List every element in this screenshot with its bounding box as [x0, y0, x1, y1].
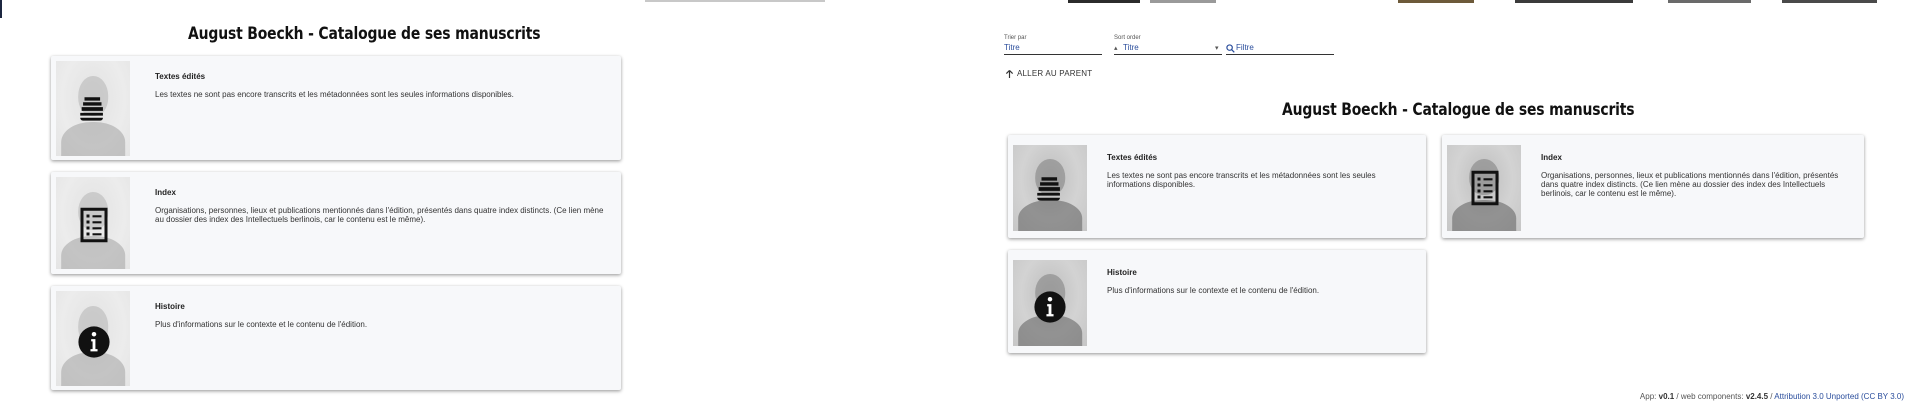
card-heading: Histoire	[1107, 268, 1137, 277]
sort-by-label: Trier par	[1004, 35, 1027, 41]
portrait-image	[56, 177, 130, 269]
card-description: Les textes ne sont pas encore transcrits…	[1107, 171, 1376, 189]
components-version: v2.4.5	[1745, 392, 1769, 401]
list-icon	[80, 207, 108, 243]
card-index[interactable]: Index Organisations, personnes, lieux et…	[51, 172, 621, 274]
card-description: Plus d'informations sur le contexte et l…	[155, 320, 368, 329]
card-histoire[interactable]: Histoire Plus d'informations sur le cont…	[51, 286, 621, 390]
portrait-image	[56, 61, 130, 156]
portrait-image	[1013, 145, 1087, 231]
sort-direction-icon: ▴	[1114, 45, 1118, 52]
list-icon	[1471, 170, 1499, 206]
sort-order-label: Sort order	[1114, 35, 1141, 41]
license-link[interactable]: Attribution 3.0 Unported (CC BY 3.0)	[1774, 392, 1904, 401]
info-icon	[78, 326, 110, 358]
app-version: v0.1	[1658, 392, 1675, 401]
portrait-image	[1013, 260, 1087, 346]
page-title: August Boeckh - Catalogue de ses manuscr…	[1282, 100, 1635, 120]
card-heading: Index	[1541, 153, 1562, 162]
filter-placeholder: Filtre	[1236, 43, 1254, 52]
card-heading: Index	[155, 188, 176, 197]
catalogue-panel-narrow: August Boeckh - Catalogue de ses manuscr…	[0, 0, 680, 404]
chevron-down-icon: ▾	[1215, 45, 1219, 52]
go-to-parent-label: Aller au parent	[1017, 69, 1093, 78]
catalogue-panel-wide: Trier par Titre Sort order ▴ Titre ▾ Fil…	[960, 0, 1914, 404]
card-textes-edites[interactable]: Textes édités Les textes ne sont pas enc…	[1008, 135, 1426, 238]
sort-order-value: Titre	[1123, 43, 1139, 52]
sort-by-value: Titre	[1004, 43, 1020, 52]
app-footer: App: v0.1 / web components: v2.4.5 / Att…	[1639, 392, 1904, 401]
app-label: App:	[1639, 392, 1657, 401]
card-description: Plus d'informations sur le contexte et l…	[1107, 286, 1320, 295]
card-heading: Textes édités	[155, 72, 206, 81]
books-icon	[1037, 177, 1060, 201]
card-heading: Textes édités	[1107, 153, 1158, 162]
info-icon	[1034, 291, 1066, 323]
page-title: August Boeckh - Catalogue de ses manuscr…	[188, 24, 541, 44]
arrow-up-icon	[1005, 69, 1014, 79]
card-description: Les textes ne sont pas encore transcrits…	[155, 90, 514, 99]
card-histoire[interactable]: Histoire Plus d'informations sur le cont…	[1008, 250, 1426, 353]
portrait-image	[1447, 145, 1521, 231]
card-heading: Histoire	[155, 302, 185, 311]
search-icon	[1226, 44, 1235, 53]
card-description: Organisations, personnes, lieux et publi…	[155, 206, 604, 224]
portrait-image	[56, 291, 130, 386]
card-description: Organisations, personnes, lieux et publi…	[1541, 171, 1839, 198]
components-label: web components:	[1680, 392, 1744, 401]
card-index[interactable]: Index Organisations, personnes, lieux et…	[1442, 135, 1864, 238]
card-textes-edites[interactable]: Textes édités Les textes ne sont pas enc…	[51, 56, 621, 160]
books-icon	[80, 97, 103, 121]
